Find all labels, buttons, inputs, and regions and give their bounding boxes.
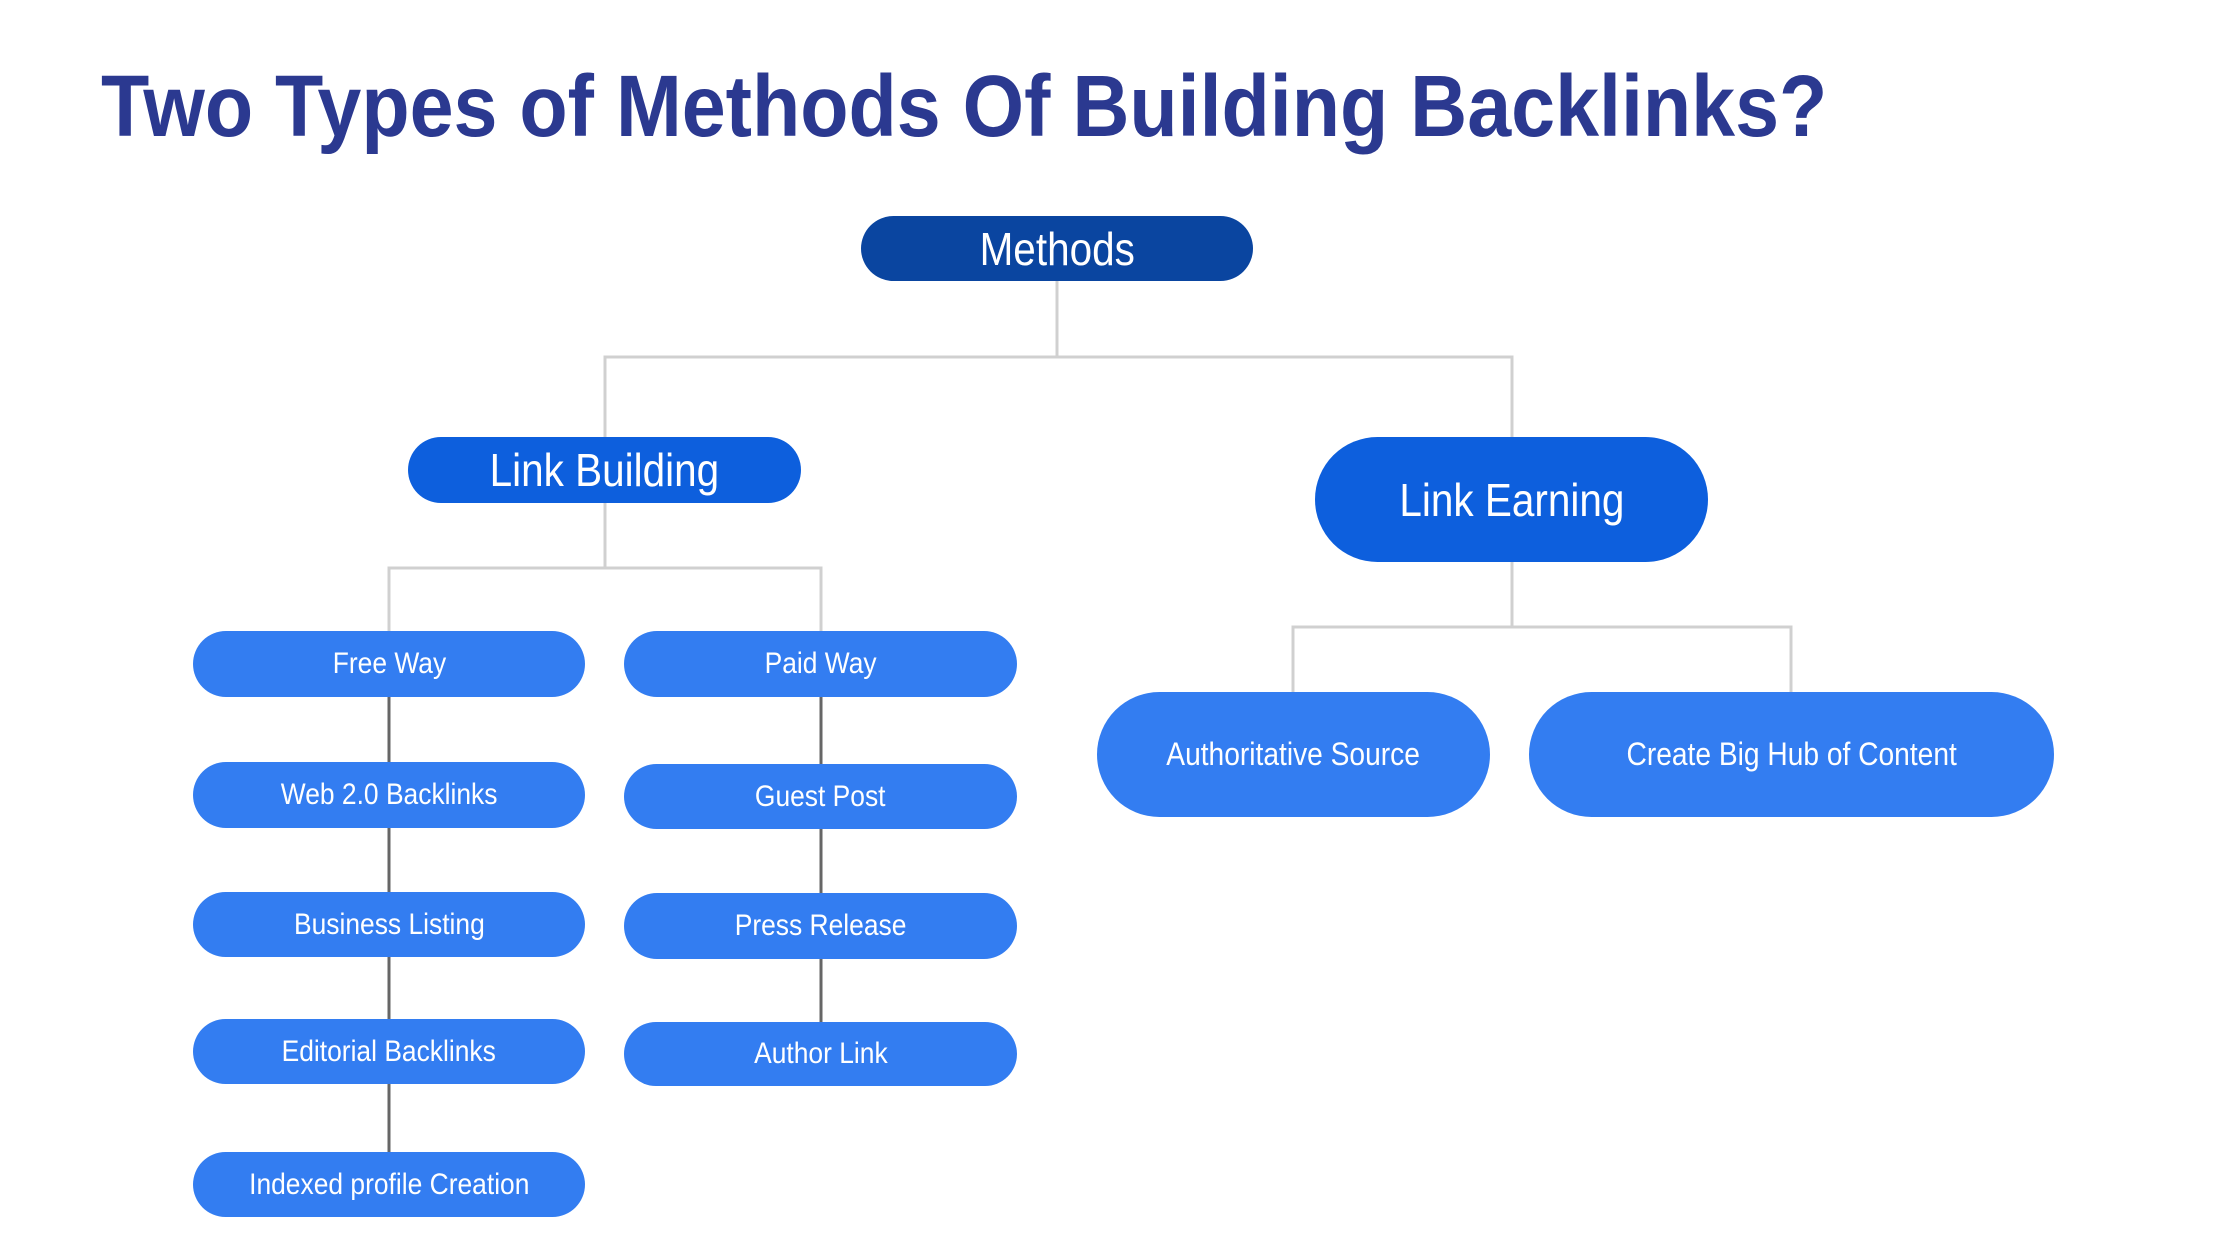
node-link-building-label: Link Building xyxy=(489,444,720,496)
node-guest-post-label: Guest Post xyxy=(755,779,886,813)
connector-earning-children-bar xyxy=(1291,625,1793,692)
node-free-way-label: Free Way xyxy=(332,647,446,680)
node-authoritative-source-label: Authoritative Source xyxy=(1166,736,1421,772)
node-guest-post[interactable]: Guest Post xyxy=(624,764,1017,829)
node-link-earning-label: Link Earning xyxy=(1398,473,1625,526)
node-web-2-0-backlinks-label: Web 2.0 Backlinks xyxy=(280,778,498,811)
node-methods-label: Methods xyxy=(979,222,1135,275)
node-author-link[interactable]: Author Link xyxy=(624,1022,1017,1086)
node-paid-way-label: Paid Way xyxy=(764,647,877,680)
node-editorial-backlinks[interactable]: Editorial Backlinks xyxy=(193,1019,585,1084)
node-indexed-profile-creation[interactable]: Indexed profile Creation xyxy=(193,1152,585,1217)
node-author-link-label: Author Link xyxy=(753,1037,888,1070)
node-authoritative-source[interactable]: Authoritative Source xyxy=(1097,692,1490,817)
node-indexed-profile-creation-label: Indexed profile Creation xyxy=(248,1167,530,1201)
connector-free-paid-bar xyxy=(387,566,823,631)
node-press-release-label: Press Release xyxy=(734,909,907,942)
node-paid-way[interactable]: Paid Way xyxy=(624,631,1017,697)
node-web-2-0-backlinks[interactable]: Web 2.0 Backlinks xyxy=(193,762,585,828)
node-business-listing-label: Business Listing xyxy=(293,907,485,941)
node-create-big-hub-of-content[interactable]: Create Big Hub of Content xyxy=(1529,692,2054,817)
node-business-listing[interactable]: Business Listing xyxy=(193,892,585,957)
node-link-earning[interactable]: Link Earning xyxy=(1315,437,1708,562)
connector-branch-bar xyxy=(603,355,1514,437)
node-free-way[interactable]: Free Way xyxy=(193,631,585,697)
node-editorial-backlinks-label: Editorial Backlinks xyxy=(281,1034,497,1068)
node-create-big-hub-of-content-label: Create Big Hub of Content xyxy=(1626,736,1957,772)
node-press-release[interactable]: Press Release xyxy=(624,893,1017,959)
node-link-building[interactable]: Link Building xyxy=(408,437,801,503)
node-methods[interactable]: Methods xyxy=(861,216,1253,281)
